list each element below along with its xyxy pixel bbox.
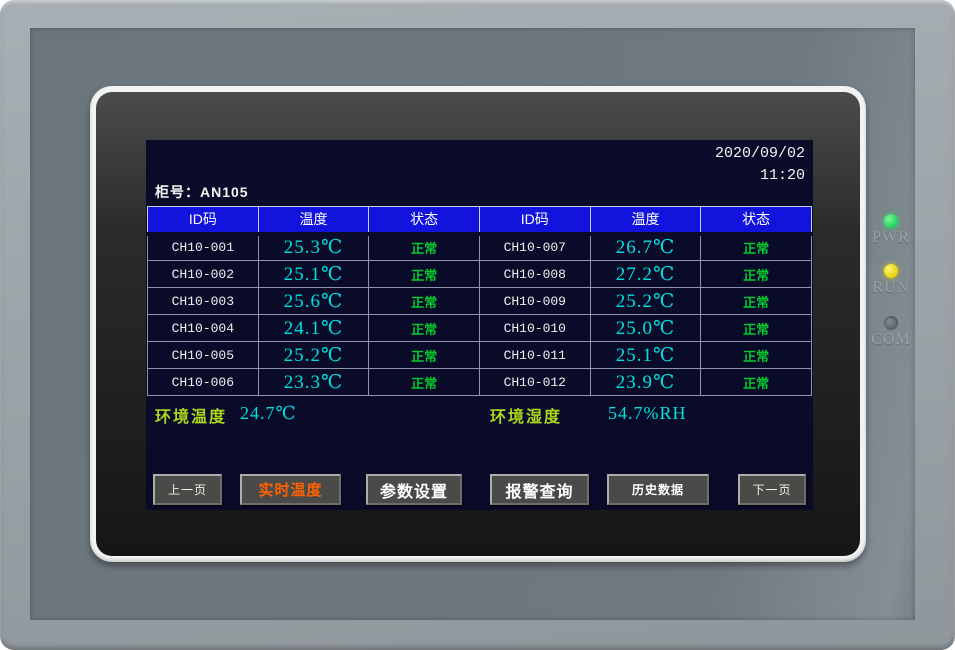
led-group-pwr: PWR: [861, 214, 921, 247]
date-text: 2020/09/02: [715, 143, 805, 165]
prev-page-button[interactable]: 上一页: [153, 474, 222, 505]
status-cell: 正常: [369, 261, 480, 288]
channel-id-cell: CH10-002: [148, 261, 259, 288]
channel-id-cell: CH10-009: [479, 288, 590, 315]
temperature-cell: 23.9℃: [590, 369, 701, 396]
temperature-cell: 25.3℃: [258, 234, 369, 261]
time-text: 11:20: [715, 165, 805, 187]
table-row: CH10-00325.6℃正常CH10-00925.2℃正常: [148, 288, 812, 315]
status-cell: 正常: [701, 342, 812, 369]
temperature-cell: 23.3℃: [258, 369, 369, 396]
status-cell: 正常: [369, 234, 480, 261]
table-header-cell: 状态: [369, 207, 480, 234]
table-header-cell: 温度: [590, 207, 701, 234]
channel-id-cell: CH10-008: [479, 261, 590, 288]
alarm-query-button[interactable]: 报警查询: [490, 474, 589, 505]
status-cell: 正常: [369, 315, 480, 342]
channel-id-cell: CH10-007: [479, 234, 590, 261]
temperature-cell: 25.1℃: [258, 261, 369, 288]
ambient-temp-value: 24.7℃: [240, 403, 297, 424]
run-led-icon: [884, 264, 898, 278]
run-led-label: RUN: [861, 279, 921, 297]
channel-id-cell: CH10-005: [148, 342, 259, 369]
status-cell: 正常: [369, 342, 480, 369]
table-row: CH10-00125.3℃正常CH10-00726.7℃正常: [148, 234, 812, 261]
temperature-cell: 25.0℃: [590, 315, 701, 342]
ambient-readings: 环境温度 24.7℃ 环境湿度 54.7%RH: [146, 403, 813, 429]
nav-button-bar: 上一页 实时温度 参数设置 报警查询 历史数据 下一页: [146, 474, 813, 506]
channel-id-cell: CH10-001: [148, 234, 259, 261]
table-body: CH10-00125.3℃正常CH10-00726.7℃正常CH10-00225…: [148, 234, 812, 396]
table-header-cell: 状态: [701, 207, 812, 234]
realtime-temp-button[interactable]: 实时温度: [240, 474, 341, 505]
table-header-cell: ID码: [148, 207, 259, 234]
temperature-cell: 25.6℃: [258, 288, 369, 315]
status-cell: 正常: [701, 369, 812, 396]
temperature-cell: 27.2℃: [590, 261, 701, 288]
history-data-button[interactable]: 历史数据: [607, 474, 709, 505]
table-row: CH10-00424.1℃正常CH10-01025.0℃正常: [148, 315, 812, 342]
status-cell: 正常: [701, 288, 812, 315]
channel-id-cell: CH10-006: [148, 369, 259, 396]
temperature-cell: 25.2℃: [590, 288, 701, 315]
next-page-button[interactable]: 下一页: [738, 474, 806, 505]
com-led-icon: [884, 316, 898, 330]
status-cell: 正常: [701, 315, 812, 342]
status-cell: 正常: [369, 369, 480, 396]
power-led-label: PWR: [861, 229, 921, 247]
temperature-cell: 24.1℃: [258, 315, 369, 342]
cabinet-label: 柜号：AN105: [155, 182, 249, 202]
table-row: CH10-00525.2℃正常CH10-01125.1℃正常: [148, 342, 812, 369]
channel-id-cell: CH10-003: [148, 288, 259, 315]
table-header-cell: 温度: [258, 207, 369, 234]
channel-id-cell: CH10-004: [148, 315, 259, 342]
led-group-com: COM: [861, 316, 921, 349]
channel-id-cell: CH10-010: [479, 315, 590, 342]
table-row: CH10-00225.1℃正常CH10-00827.2℃正常: [148, 261, 812, 288]
status-cell: 正常: [369, 288, 480, 315]
led-group-run: RUN: [861, 264, 921, 297]
screen-frame: 2020/09/02 11:20 柜号：AN105 ID码温度状态ID码温度状态…: [90, 86, 866, 562]
datetime-display: 2020/09/02 11:20: [715, 143, 805, 187]
temperature-cell: 25.1℃: [590, 342, 701, 369]
temperature-cell: 26.7℃: [590, 234, 701, 261]
status-cell: 正常: [701, 261, 812, 288]
table-header-cell: ID码: [479, 207, 590, 234]
table-header-row: ID码温度状态ID码温度状态: [148, 207, 812, 234]
ambient-temp-label: 环境温度: [155, 403, 227, 427]
channel-id-cell: CH10-012: [479, 369, 590, 396]
temperature-cell: 25.2℃: [258, 342, 369, 369]
ambient-humidity-label: 环境湿度: [490, 403, 562, 427]
channel-id-cell: CH10-011: [479, 342, 590, 369]
temperature-table: ID码温度状态ID码温度状态 CH10-00125.3℃正常CH10-00726…: [147, 206, 812, 396]
table-row: CH10-00623.3℃正常CH10-01223.9℃正常: [148, 369, 812, 396]
status-cell: 正常: [701, 234, 812, 261]
screen-bezel: 2020/09/02 11:20 柜号：AN105 ID码温度状态ID码温度状态…: [96, 92, 860, 556]
hmi-device: 2020/09/02 11:20 柜号：AN105 ID码温度状态ID码温度状态…: [0, 0, 955, 650]
ambient-humidity-value: 54.7%RH: [608, 403, 687, 424]
com-led-label: COM: [861, 331, 921, 349]
power-led-icon: [884, 214, 898, 228]
lcd-display: 2020/09/02 11:20 柜号：AN105 ID码温度状态ID码温度状态…: [146, 140, 813, 510]
parameter-settings-button[interactable]: 参数设置: [366, 474, 462, 505]
